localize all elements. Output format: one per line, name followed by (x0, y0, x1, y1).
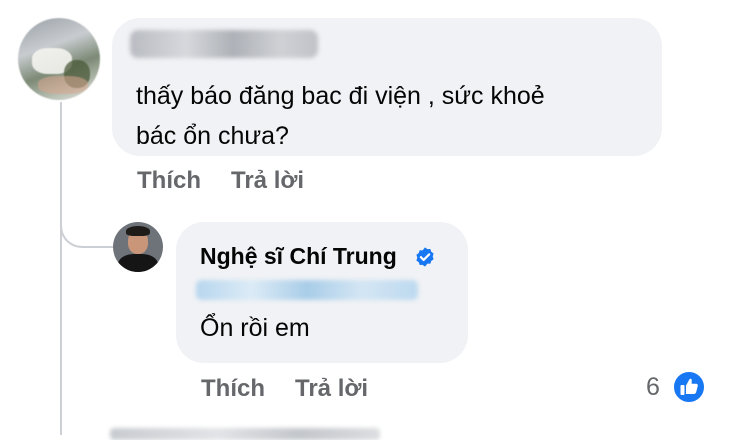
reply-text: Ổn rồi em (200, 314, 310, 342)
reply-button[interactable]: Trả lời (295, 375, 368, 402)
verified-badge-icon (416, 247, 434, 267)
redacted-mention (196, 280, 418, 300)
reply-button[interactable]: Trả lời (231, 167, 304, 194)
reply-bubble: Nghệ sĩ Chí Trung Ổn rồi em (176, 222, 468, 363)
author-name[interactable]: Nghệ sĩ Chí Trung (200, 243, 397, 270)
like-button[interactable]: Thích (137, 167, 201, 194)
thread-line (60, 102, 62, 435)
like-button[interactable]: Thích (201, 375, 265, 402)
reply-actions: Thích Trả lời (201, 375, 368, 403)
cropped-next-comment (110, 428, 380, 440)
comment-actions: Thích Trả lời (137, 167, 304, 195)
comment-text: thấy báo đăng bac đi viện , sức khoẻ bác… (136, 82, 545, 150)
author-avatar[interactable] (113, 222, 163, 272)
reaction-count[interactable]: 6 (646, 373, 660, 402)
thumbs-up-icon[interactable] (672, 370, 706, 404)
commenter-avatar[interactable] (18, 18, 100, 100)
redacted-commenter-name (130, 30, 318, 58)
reply-connector (60, 190, 118, 248)
